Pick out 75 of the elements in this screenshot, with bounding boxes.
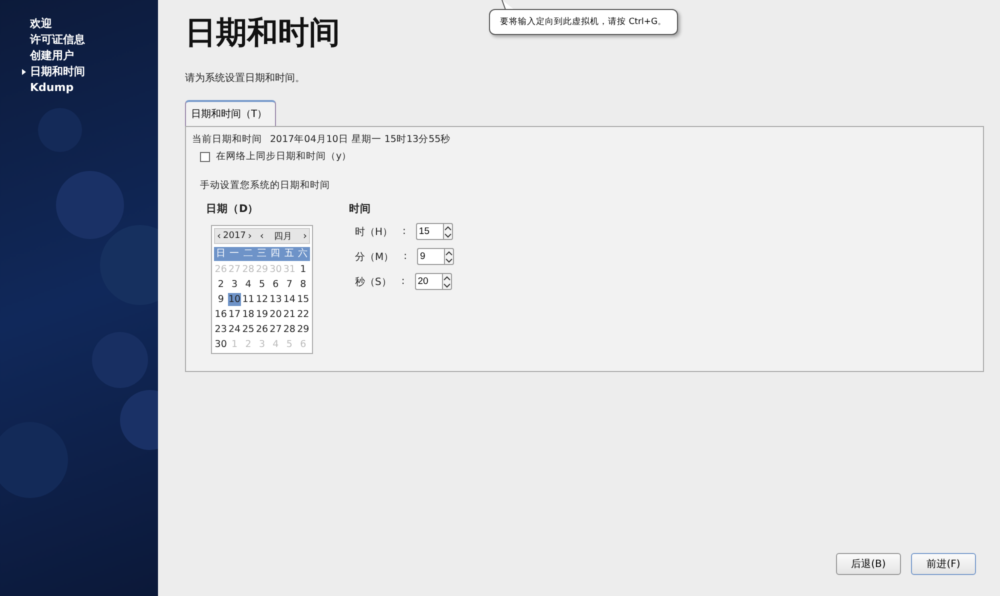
sync-checkbox[interactable]	[200, 152, 210, 162]
calendar-day[interactable]: 22	[296, 308, 310, 321]
calendar-day[interactable]: 8	[296, 278, 310, 291]
sidebar-item[interactable]: 欢迎	[30, 16, 52, 31]
calendar-day[interactable]: 9	[214, 293, 228, 306]
weekday-header: 一	[228, 247, 242, 261]
calendar-day[interactable]: 24	[228, 323, 242, 336]
time-label: 秒（S）	[355, 276, 392, 288]
calendar-day[interactable]: 17	[228, 308, 242, 321]
calendar-day[interactable]: 20	[268, 308, 283, 321]
calendar-day[interactable]: 6	[268, 278, 283, 291]
calendar-day[interactable]: 2	[214, 278, 228, 291]
date-heading: 日期（D）	[206, 202, 260, 216]
calendar-day[interactable]: 5	[255, 278, 269, 291]
weekday-header: 日	[214, 247, 228, 261]
subtitle: 请为系统设置日期和时间。	[185, 72, 306, 85]
page-title: 日期和时间	[185, 14, 340, 53]
current-label: 当前日期和时间	[192, 133, 262, 146]
weekday-header: 三	[255, 247, 269, 261]
time-label: 分（M）	[355, 250, 394, 264]
forward-button[interactable]: 前进(F)	[911, 553, 976, 575]
tab[interactable]: 日期和时间（T）	[185, 100, 276, 126]
sync-label: 在网络上同步日期和时间（y）	[216, 150, 352, 163]
manual-label: 手动设置您系统的日期和时间	[200, 179, 331, 192]
up-icon[interactable]	[445, 250, 454, 256]
down-icon[interactable]	[442, 282, 451, 288]
prev-month-button[interactable]: ‹	[260, 230, 264, 242]
next-year-button[interactable]: ›	[248, 230, 252, 242]
weekday-header: 六	[296, 247, 310, 261]
colon: :	[402, 226, 406, 237]
colon: :	[401, 276, 405, 287]
calendar-day[interactable]: 3	[228, 278, 242, 291]
calendar-day[interactable]: 30	[214, 338, 228, 351]
down-icon[interactable]	[444, 232, 452, 238]
calendar-day[interactable]: 7	[282, 278, 296, 291]
weekday-header: 五	[282, 247, 296, 261]
calendar-day[interactable]: 4	[241, 278, 256, 291]
prev-year-button[interactable]: ‹	[217, 230, 221, 242]
calendar-day[interactable]: 14	[282, 293, 296, 306]
calendar-day[interactable]: 18	[241, 308, 256, 321]
calendar-day[interactable]: 12	[255, 293, 269, 306]
spin-field[interactable]: 15	[416, 223, 443, 240]
calendar-day[interactable]: 10	[228, 293, 242, 306]
calendar-day[interactable]: 27	[268, 323, 283, 336]
colon: :	[404, 251, 408, 262]
calendar-day[interactable]: 13	[268, 293, 283, 306]
up-icon[interactable]	[442, 274, 451, 282]
sidebar-item[interactable]: 日期和时间	[30, 64, 85, 79]
up-icon[interactable]	[444, 224, 452, 232]
calendar-day[interactable]: 23	[214, 323, 228, 336]
calendar-day[interactable]: 25	[241, 323, 256, 336]
calendar-day[interactable]: 26	[255, 323, 269, 336]
sidebar-item[interactable]: Kdump	[30, 81, 74, 94]
current-datetime: 2017年04月10日 星期一 15时13分55秒	[270, 133, 451, 146]
month-label: 四月	[274, 230, 292, 242]
spin-field[interactable]: 20	[414, 273, 442, 290]
year-label: 2017	[223, 231, 246, 241]
calendar-day[interactable]: 16	[214, 308, 228, 321]
back-button[interactable]: 后退(B)	[836, 553, 901, 575]
calendar-day[interactable]: 21	[282, 308, 296, 321]
time-heading: 时间	[349, 202, 372, 216]
time-label: 时（H）	[355, 226, 393, 238]
spin-field[interactable]: 9	[417, 248, 444, 265]
calendar-day[interactable]: 29	[296, 323, 310, 336]
next-month-button[interactable]: ›	[303, 230, 307, 242]
sidebar-item[interactable]: 许可证信息	[30, 32, 85, 47]
calendar-day[interactable]: 1	[296, 263, 310, 276]
weekday-header: 四	[268, 247, 283, 261]
calendar-day[interactable]: 15	[296, 293, 310, 306]
calendar-day[interactable]: 28	[282, 323, 296, 336]
calendar-day[interactable]: 11	[241, 293, 256, 306]
weekday-header: 二	[241, 247, 256, 261]
down-icon[interactable]	[445, 256, 454, 264]
calendar-day[interactable]: 19	[255, 308, 269, 321]
sidebar-item[interactable]: 创建用户	[30, 48, 74, 63]
